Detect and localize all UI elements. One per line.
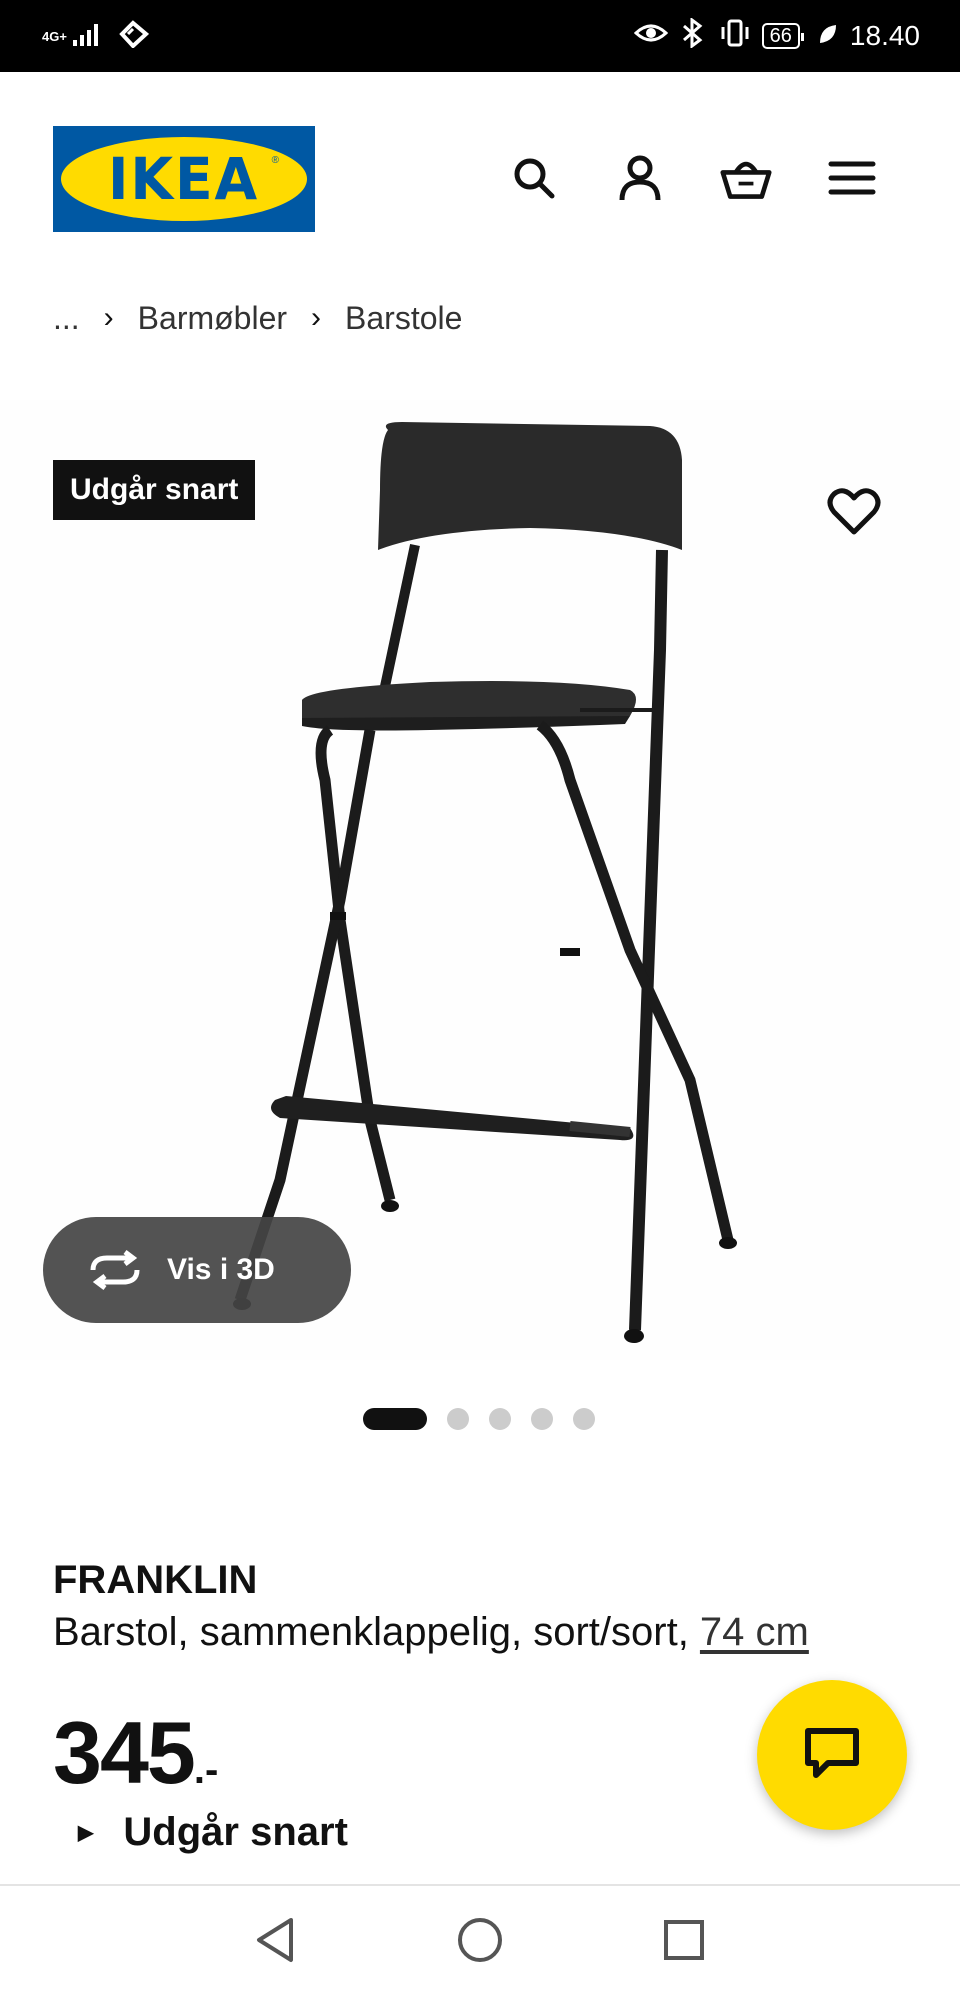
bluetooth-icon: [680, 16, 708, 55]
product-measure-link[interactable]: 74 cm: [700, 1610, 809, 1654]
view-in-3d-button[interactable]: Vis i 3D: [43, 1217, 351, 1323]
triangle-right-icon: ▶: [78, 1822, 94, 1844]
availability-toggle[interactable]: ▶ Udgår snart: [78, 1810, 348, 1855]
menu-icon[interactable]: [826, 152, 878, 204]
system-nav-bar: [0, 1884, 960, 1991]
view-in-3d-label: Vis i 3D: [167, 1253, 275, 1286]
leaf-icon: [818, 20, 838, 52]
breadcrumb-ellipsis[interactable]: ...: [53, 300, 80, 337]
chat-icon: [802, 1725, 862, 1786]
vibrate-icon: [720, 18, 750, 55]
price-decimal: .-: [193, 1748, 219, 1792]
chevron-right-icon: ›: [311, 301, 322, 334]
rotate-3d-icon: [87, 1250, 143, 1290]
logo-registered-mark: ®: [271, 155, 279, 166]
heart-icon[interactable]: [826, 484, 882, 540]
chevron-right-icon: ›: [103, 301, 114, 334]
home-icon[interactable]: [448, 1908, 512, 1972]
breadcrumb: ... › Barmøbler › Barstole: [53, 296, 462, 340]
product-name: FRANKLIN: [53, 1558, 258, 1602]
recents-icon[interactable]: [652, 1908, 716, 1972]
logo-text: IKEA: [108, 145, 260, 213]
ikea-logo[interactable]: IKEA ®: [53, 126, 315, 232]
status-left: 4G+: [42, 18, 149, 54]
price-integer: 345: [53, 1703, 196, 1802]
search-icon[interactable]: [508, 152, 560, 204]
carousel-dot[interactable]: [531, 1408, 553, 1430]
carousel-dot[interactable]: [447, 1408, 469, 1430]
chat-button[interactable]: [757, 1680, 907, 1830]
breadcrumb-item-barstole[interactable]: Barstole: [345, 300, 462, 337]
product-price: 345 .-: [53, 1702, 218, 1804]
network-type: 4G+: [42, 28, 67, 44]
breadcrumb-item-barmobler[interactable]: Barmøbler: [138, 300, 287, 337]
carousel-dot[interactable]: [363, 1408, 427, 1430]
product-description-text: Barstol, sammenklappelig, sort/sort,: [53, 1610, 700, 1654]
battery-icon: 66: [761, 23, 805, 49]
basket-icon[interactable]: [720, 152, 772, 204]
carousel-dot[interactable]: [573, 1408, 595, 1430]
status-bar: 4G+ 66 18.40: [0, 0, 960, 72]
wifi-icon: [119, 19, 149, 53]
carousel-dot[interactable]: [489, 1408, 511, 1430]
carousel-indicator: [363, 1408, 595, 1430]
logo-oval: IKEA ®: [61, 137, 307, 221]
discontinued-badge: Udgår snart: [53, 460, 256, 520]
screen: 4G+ 66 18.40 IKEA ® ... › Barmøbler › Ba…: [0, 0, 960, 1991]
product-description: Barstol, sammenklappelig, sort/sort, 74 …: [53, 1610, 809, 1655]
signal-icon: [71, 20, 111, 53]
status-right: 66 18.40: [633, 16, 920, 56]
back-icon[interactable]: [243, 1908, 307, 1972]
user-icon[interactable]: [614, 152, 666, 204]
eye-comfort-icon: [633, 20, 668, 52]
site-header: IKEA ®: [0, 72, 960, 232]
availability-label: Udgår snart: [123, 1810, 348, 1854]
clock: 18.40: [849, 20, 920, 51]
